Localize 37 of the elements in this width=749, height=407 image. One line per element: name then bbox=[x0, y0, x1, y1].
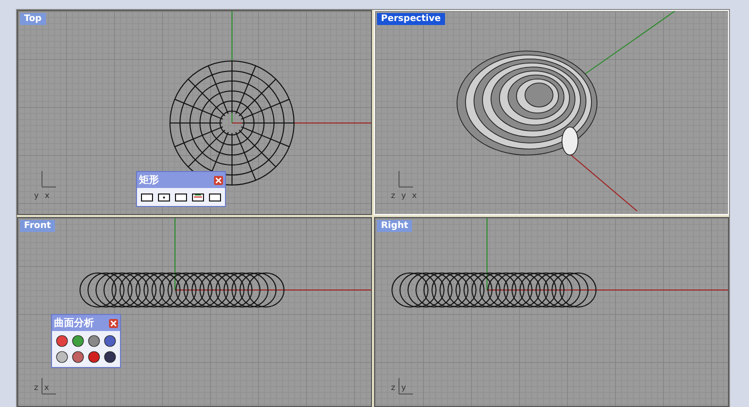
axis-label: x bbox=[44, 191, 50, 200]
rectangle-tool-icon[interactable] bbox=[174, 191, 188, 203]
viewport-title[interactable]: Top bbox=[20, 13, 46, 25]
viewport-title[interactable]: Perspective bbox=[377, 13, 445, 25]
viewport-title[interactable]: Front bbox=[20, 220, 55, 232]
analysis-tool-icon[interactable] bbox=[55, 350, 69, 364]
analysis-tool-icon[interactable] bbox=[87, 350, 101, 364]
axis-triad-icon bbox=[42, 378, 56, 394]
analysis-tool-icon[interactable] bbox=[71, 334, 85, 348]
axis-label: y bbox=[34, 191, 39, 200]
rectangle-tool-icon[interactable] bbox=[191, 191, 205, 203]
axis-label: z bbox=[34, 383, 38, 392]
analysis-tool-icon[interactable] bbox=[103, 350, 117, 364]
rectangle-tool-icon[interactable] bbox=[157, 191, 171, 203]
rectangle-tool-icon[interactable] bbox=[208, 191, 222, 203]
axis-label: z bbox=[391, 191, 396, 200]
viewport[interactable]: Right z y bbox=[374, 217, 729, 407]
axis-label: y bbox=[401, 383, 406, 392]
axis-label: x bbox=[412, 191, 417, 200]
viewport[interactable]: Top y x 矩形 bbox=[17, 10, 372, 215]
analysis-tool-icon[interactable] bbox=[55, 334, 69, 348]
toolbar-title: 矩形 bbox=[139, 174, 159, 187]
rectangle-tool-icon[interactable] bbox=[140, 191, 154, 203]
toolbar-title: 曲面分析 bbox=[54, 316, 94, 330]
axis-label: z bbox=[391, 383, 396, 392]
analysis-tool-icon[interactable] bbox=[103, 334, 117, 348]
close-icon[interactable] bbox=[214, 176, 223, 184]
analysis-tool-icon[interactable] bbox=[71, 350, 85, 364]
axis-label: x bbox=[44, 383, 49, 392]
viewport-title[interactable]: Right bbox=[377, 220, 412, 232]
viewport[interactable]: Front z x 曲面分析 bbox=[17, 217, 372, 407]
close-icon[interactable] bbox=[109, 318, 118, 328]
axis-label: y bbox=[401, 191, 406, 200]
axis-triad-icon bbox=[42, 170, 56, 188]
axis-triad-icon bbox=[398, 170, 414, 188]
analysis-tool-icon[interactable] bbox=[87, 334, 101, 348]
axis-triad-icon bbox=[398, 378, 414, 394]
